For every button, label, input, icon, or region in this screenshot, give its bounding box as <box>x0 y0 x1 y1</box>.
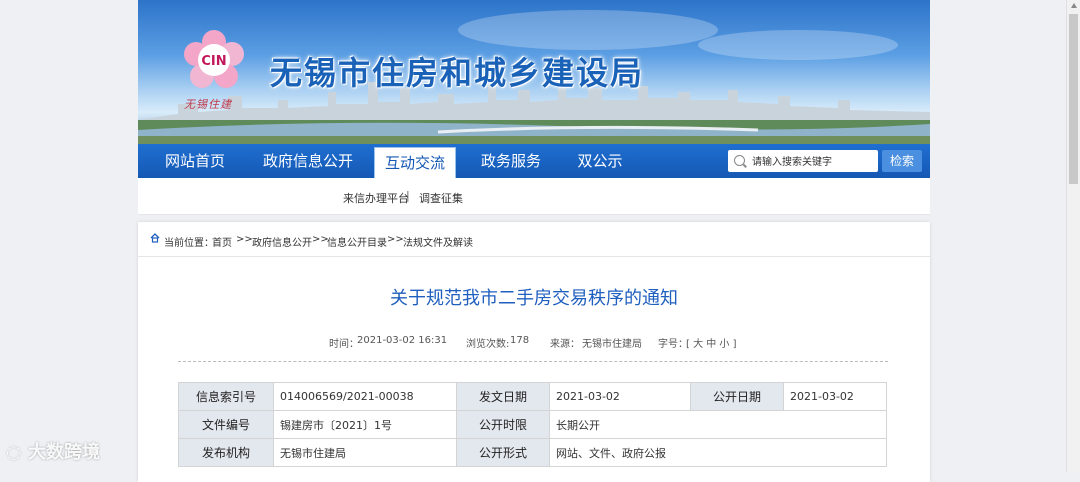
main-nav: 网站首页 政府信息公开 互动交流 政务服务 双公示 检索 <box>138 144 930 179</box>
search-input[interactable] <box>750 152 878 172</box>
nav-item-interaction[interactable]: 互动交流 <box>374 147 456 179</box>
article-title: 关于规范我市二手房交易秩序的通知 <box>390 288 678 309</box>
search-box <box>728 150 878 172</box>
font-size-switcher[interactable]: [ 大 中 小 ] <box>686 335 737 350</box>
table-cell-label: 信息索引号 <box>178 382 274 411</box>
breadcrumb-regulations[interactable]: 法规文件及解读 <box>403 234 473 249</box>
nav-item-double-publicity[interactable]: 双公示 <box>562 144 638 178</box>
cin-logo: CIN <box>184 30 244 88</box>
table-cell-value: 无锡市住建局 <box>273 438 457 467</box>
meta-views-label: 浏览次数: <box>466 339 510 350</box>
nav-item-home[interactable]: 网站首页 <box>152 144 238 178</box>
table-cell-value: 网站、文件、政府公报 <box>549 438 887 467</box>
scroll-up-arrow-icon[interactable] <box>1071 3 1077 8</box>
watermark-logo-icon: ◌ <box>6 442 22 463</box>
breadcrumb-home[interactable]: 首页 <box>212 234 232 249</box>
table-cell-label: 公开日期 <box>690 382 784 411</box>
meta-source: 无锡市住建局 <box>582 339 642 350</box>
scrollbar-thumb[interactable] <box>1069 14 1078 184</box>
logo-caption: 无锡住建 <box>184 98 232 111</box>
table-cell-label: 发文日期 <box>456 382 550 411</box>
table-cell-value: 2021-03-02 <box>549 382 691 411</box>
site-banner: CIN 无锡住建 无锡市住房和城乡建设局 <box>138 0 930 144</box>
meta-views: 178 <box>510 335 530 346</box>
subnav-separator: | <box>406 189 410 202</box>
breadcrumb-catalog[interactable]: 信息公开目录 <box>327 234 387 249</box>
cloud-decoration <box>698 30 898 60</box>
subnav-item-letters[interactable]: 来信办理平台 <box>343 190 409 206</box>
page-container: CIN 无锡住建 无锡市住房和城乡建设局 网站首页 政府信息公开 互动交流 政务… <box>138 0 930 482</box>
table-cell-label: 公开时限 <box>456 410 550 439</box>
info-table: 信息索引号 014006569/2021-00038 发文日期 2021-03-… <box>178 382 887 467</box>
home-icon <box>150 233 160 243</box>
meta-source-label: 来源： <box>550 339 580 350</box>
breadcrumb: 当前位置： 首页 >> 政府信息公开 >> 信息公开目录 >> 法规文件及解读 <box>138 222 930 257</box>
table-cell-label: 公开形式 <box>456 438 550 467</box>
meta-time: 2021-03-02 16:31 <box>357 335 448 346</box>
meta-fontsize-label: 字号： <box>658 339 688 350</box>
divider <box>178 361 888 362</box>
table-row: 发布机构 无锡市住建局 公开形式 网站、文件、政府公报 <box>178 438 887 467</box>
search-icon <box>734 155 745 166</box>
table-row: 文件编号 锡建房市〔2021〕1号 公开时限 长期公开 <box>178 410 887 439</box>
breadcrumb-separator: >> <box>387 234 404 245</box>
search-button[interactable]: 检索 <box>882 150 922 172</box>
breadcrumb-separator: >> <box>236 234 253 245</box>
table-cell-label: 发布机构 <box>178 438 274 467</box>
breadcrumb-gov-info[interactable]: 政府信息公开 <box>252 234 312 249</box>
table-cell-value: 长期公开 <box>549 410 887 439</box>
watermark: ◌ 大数跨境 <box>6 438 100 464</box>
nav-item-services[interactable]: 政务服务 <box>468 144 554 178</box>
table-row: 信息索引号 014006569/2021-00038 发文日期 2021-03-… <box>178 382 887 411</box>
table-cell-value: 014006569/2021-00038 <box>273 382 457 411</box>
article-panel: 当前位置： 首页 >> 政府信息公开 >> 信息公开目录 >> 法规文件及解读 … <box>138 222 930 482</box>
table-cell-label: 文件编号 <box>178 410 274 439</box>
logo-mark-text: CIN <box>201 54 226 69</box>
table-cell-value: 2021-03-02 <box>783 382 887 411</box>
table-cell-value: 锡建房市〔2021〕1号 <box>273 410 457 439</box>
meta-time-label: 时间： <box>329 339 359 350</box>
scrollbar[interactable] <box>1066 0 1080 472</box>
watermark-text: 大数跨境 <box>28 442 100 463</box>
breadcrumb-prefix: 当前位置： <box>164 238 214 249</box>
nav-item-gov-info[interactable]: 政府信息公开 <box>250 144 366 178</box>
subnav-item-survey[interactable]: 调查征集 <box>419 190 463 206</box>
sub-nav: 来信办理平台 | 调查征集 <box>138 178 930 215</box>
cloud-decoration <box>458 10 718 50</box>
site-title: 无锡市住房和城乡建设局 <box>270 54 645 92</box>
